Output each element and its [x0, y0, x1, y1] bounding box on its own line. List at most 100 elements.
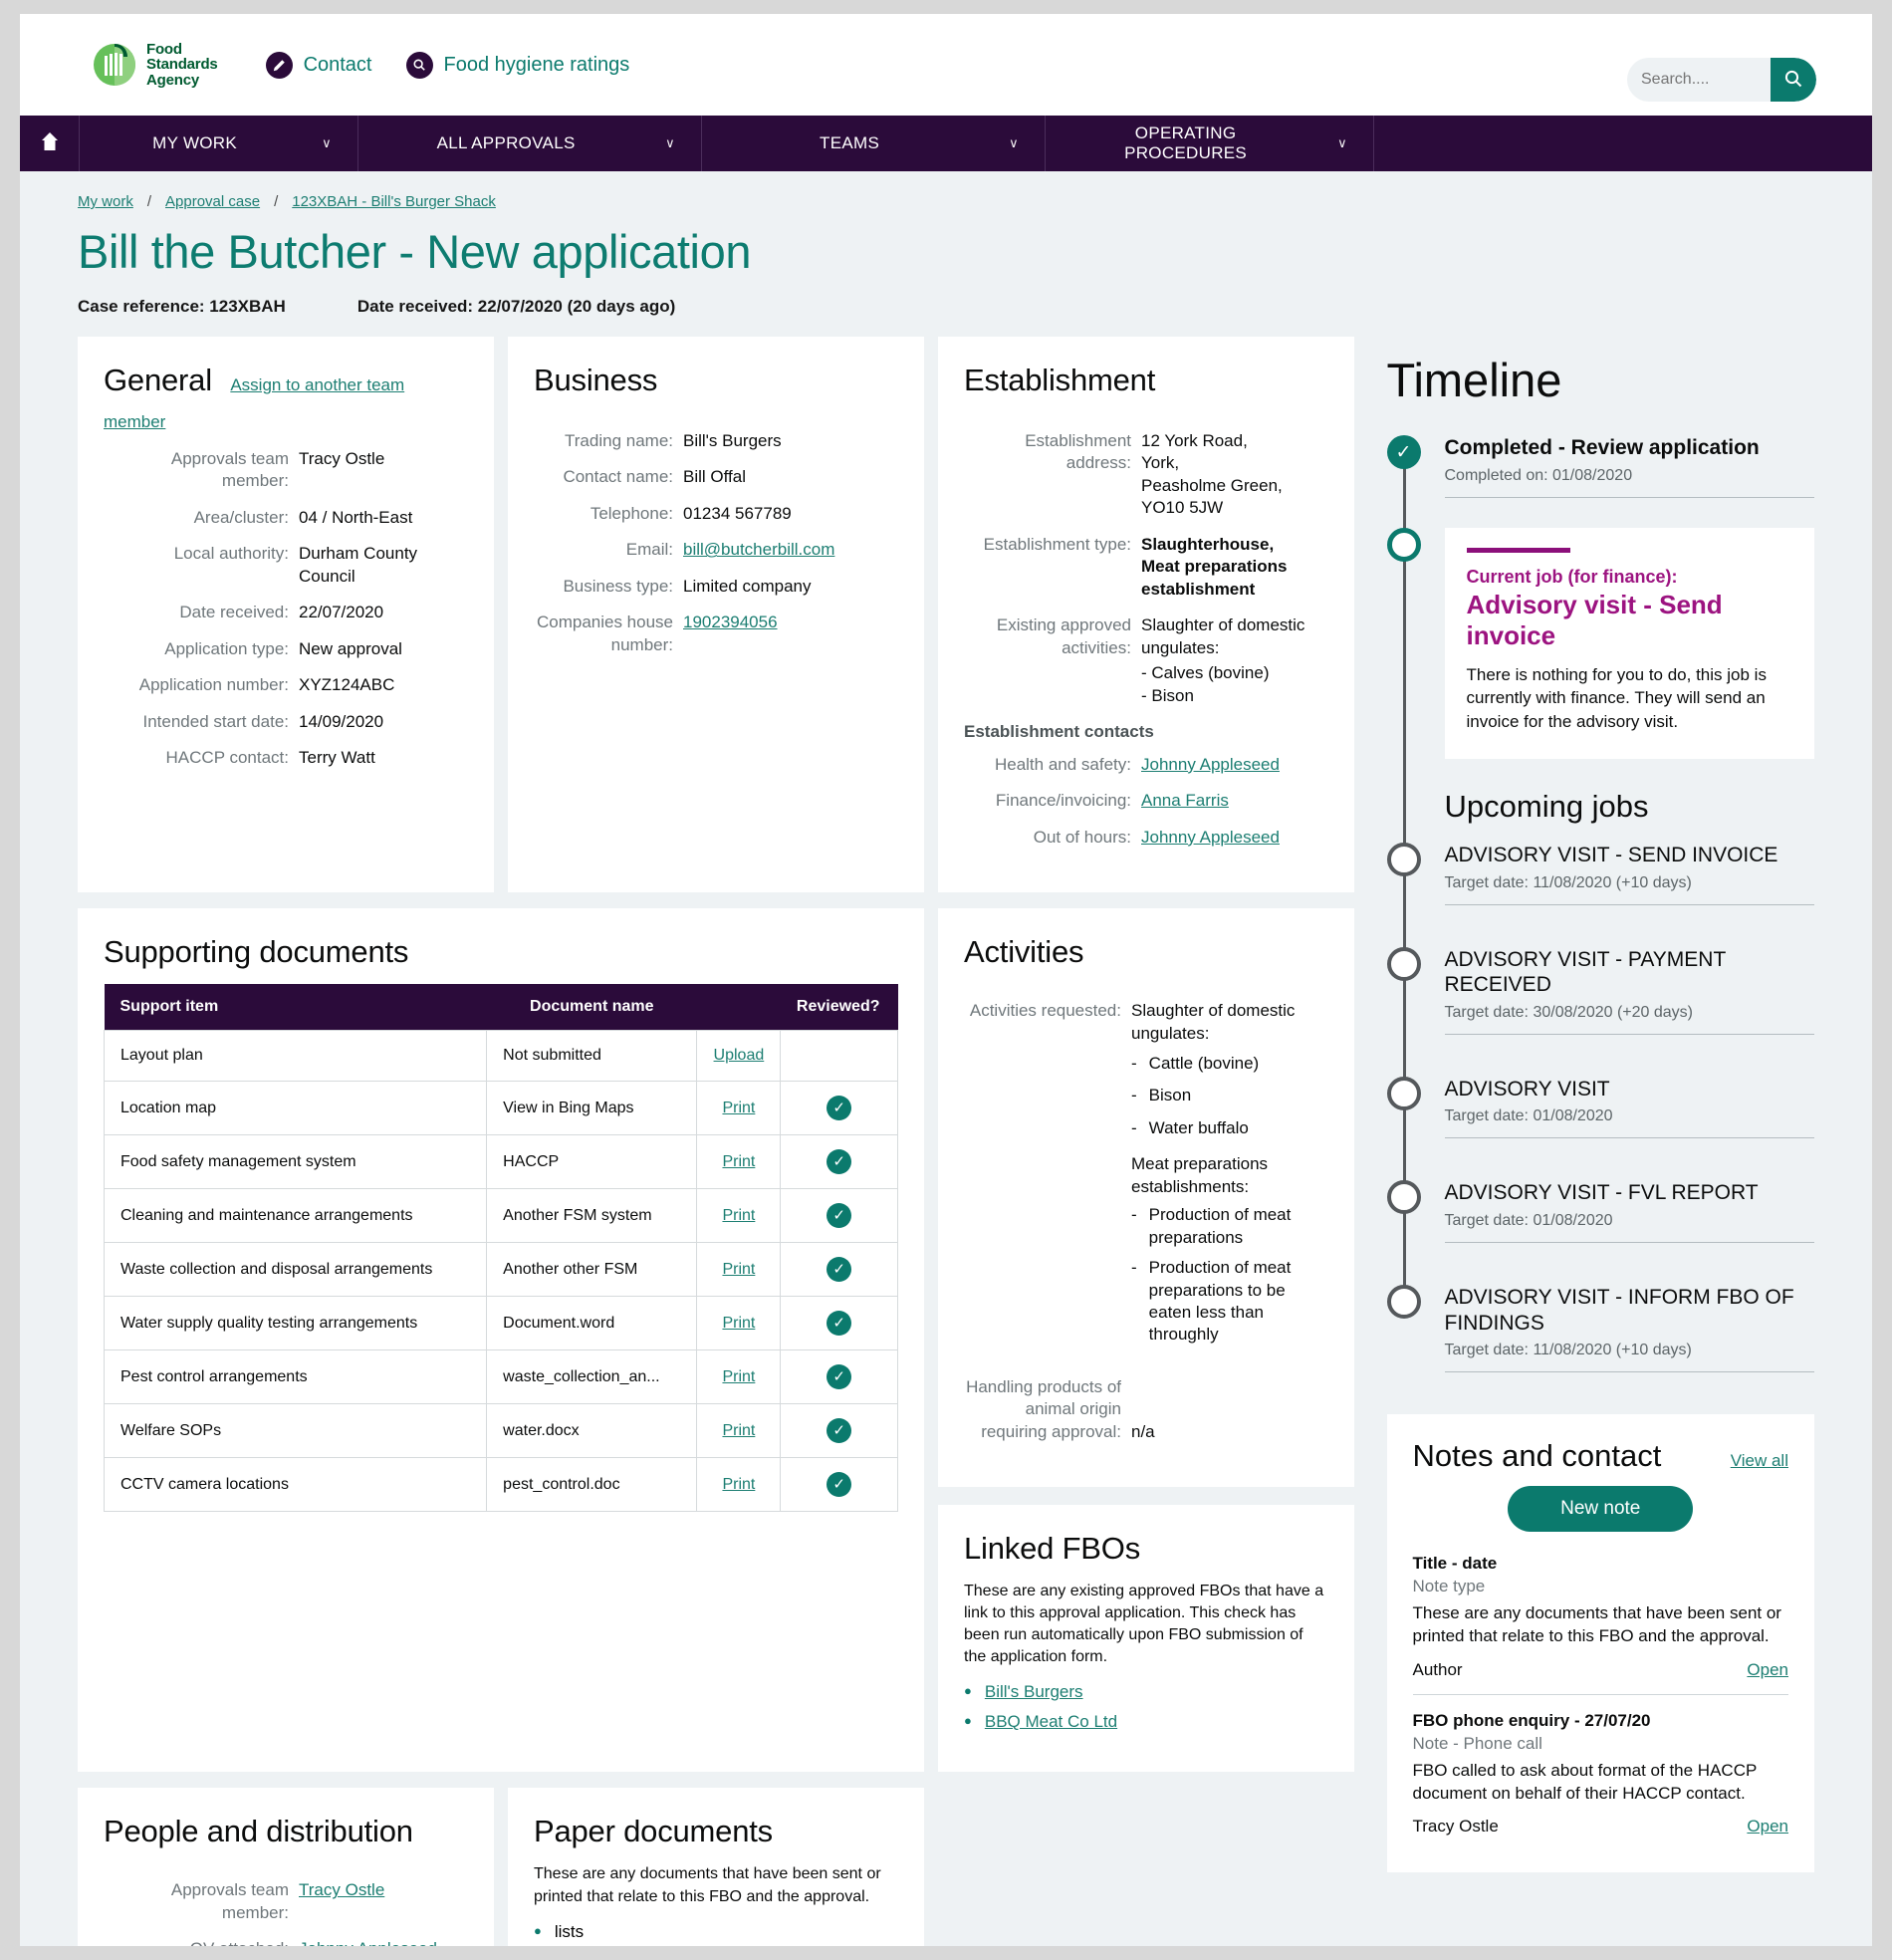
companies-house-link[interactable]: 1902394056 — [683, 612, 778, 656]
nav-home-button[interactable] — [20, 116, 80, 171]
cell-action: Print — [696, 1296, 782, 1351]
cell-support-item: Pest control arrangements — [103, 1349, 488, 1405]
people-heading: People and distribution — [104, 1814, 413, 1849]
linked-fbo-link[interactable]: BBQ Meat Co Ltd — [985, 1712, 1117, 1732]
print-link[interactable]: Print — [722, 1422, 755, 1439]
field-label: Date received: — [179, 603, 289, 622]
breadcrumb-item-approval-case[interactable]: Approval case — [165, 193, 260, 210]
print-link[interactable]: Print — [722, 1476, 755, 1493]
nav-item-my-work[interactable]: MY WORK ∨ — [80, 116, 358, 171]
person-link[interactable]: Johnny Appleseed — [299, 1938, 437, 1946]
cell-reviewed: ✓ — [780, 1188, 898, 1244]
field-value: Slaughterhouse, Meat preparations establ… — [1141, 534, 1288, 599]
business-card: Business Trading name: Bill's Burgers Con… — [508, 337, 924, 893]
current-job-title: Advisory visit - Send invoice — [1466, 589, 1723, 650]
table-row: Pest control arrangements waste_collectio… — [103, 1349, 898, 1405]
print-link[interactable]: Print — [722, 1315, 755, 1332]
nav-item-operating-procedures[interactable]: OPERATING PROCEDURES ∨ — [1046, 116, 1374, 171]
timeline-item-upcoming: ADVISORY VISIT - FVL REPORT Target date: … — [1386, 1180, 1814, 1244]
activities-card: Activities Activities requested: Slaught… — [938, 908, 1354, 1488]
breadcrumb: My work / Approval case / 123XBAH - Bill… — [64, 171, 1828, 210]
print-link[interactable]: Print — [722, 1207, 755, 1224]
table-row: CCTV camera locations pest_control.doc Pri… — [103, 1457, 898, 1513]
email-link[interactable]: bill@butcherbill.com — [683, 539, 834, 561]
field-value: 04 / North-East — [299, 507, 413, 527]
header-link-food-hygiene-ratings[interactable]: Food hygiene ratings — [405, 51, 629, 79]
fsa-logo[interactable]: Food Standards Agency — [92, 42, 218, 88]
note-body: FBO called to ask about format of the HA… — [1412, 1760, 1758, 1803]
note-item: Title - date Note type These are any doc… — [1412, 1554, 1788, 1695]
check-icon: ✓ — [827, 1311, 852, 1337]
print-link[interactable]: Print — [722, 1368, 755, 1385]
check-icon: ✓ — [827, 1364, 852, 1390]
search-icon — [1783, 69, 1803, 92]
field-value: 01234 567789 — [683, 503, 792, 523]
breadcrumb-item-my-work[interactable]: My work — [78, 193, 133, 210]
note-title: Title - date — [1412, 1554, 1498, 1574]
existing-activities-list: - Calves (bovine) - Bison — [1141, 661, 1328, 708]
column-header-reviewed: Reviewed? — [780, 984, 898, 1031]
pencil-circle-icon — [265, 51, 293, 79]
search-input[interactable] — [1627, 71, 1771, 89]
open-note-link[interactable]: Open — [1747, 1660, 1788, 1680]
cell-support-item: Waste collection and disposal arrangemen… — [103, 1242, 488, 1298]
header-link-label: Contact — [303, 53, 372, 76]
field-label: Contact name: — [563, 467, 673, 487]
note-type: Note - Phone call — [1412, 1733, 1542, 1753]
check-icon: ✓ — [827, 1257, 852, 1283]
establishment-heading: Establishment — [964, 363, 1156, 397]
search-box[interactable] — [1627, 58, 1816, 102]
breadcrumb-item-case[interactable]: 123XBAH - Bill's Burger Shack — [292, 193, 496, 210]
check-icon: ✓ — [827, 1149, 852, 1175]
cell-document-name: Not submitted — [486, 1030, 698, 1083]
view-all-notes-link[interactable]: View all — [1731, 1451, 1788, 1471]
contact-link[interactable]: Johnny Appleseed — [1141, 827, 1280, 849]
contact-link[interactable]: Johnny Appleseed — [1141, 754, 1280, 776]
field-label: Application type: — [164, 638, 289, 658]
check-icon: ✓ — [827, 1472, 852, 1498]
cell-action: Print — [696, 1081, 782, 1136]
print-link[interactable]: Print — [722, 1100, 755, 1116]
date-received: Date received: 22/07/2020 (20 days ago) — [356, 297, 676, 316]
person-link[interactable]: Tracy Ostle — [299, 1879, 384, 1924]
general-row: Application number: XYZ124ABC — [104, 674, 468, 696]
upload-link[interactable]: Upload — [714, 1047, 765, 1064]
new-note-button[interactable]: New note — [1508, 1486, 1694, 1533]
cell-document-name: pest_control.doc — [486, 1457, 698, 1513]
business-row: Contact name: Bill Offal — [534, 466, 898, 488]
nav-item-teams[interactable]: TEAMS ∨ — [702, 116, 1046, 171]
cell-document-name: Document.word — [486, 1296, 698, 1351]
open-note-link[interactable]: Open — [1747, 1817, 1788, 1837]
notes-header: Notes and contact View all — [1413, 1438, 1789, 1474]
cell-support-item: Welfare SOPs — [103, 1403, 488, 1459]
people-paper-row: People and distribution Approvals team m… — [78, 1772, 1361, 1946]
note-body: These are any documents that have been s… — [1412, 1603, 1781, 1645]
cell-action: Print — [696, 1134, 782, 1190]
field-value: 14/09/2020 — [299, 711, 384, 731]
timeline-item-subtitle: Completed on: 01/08/2020 — [1444, 467, 1814, 498]
general-row: Local authority: Durham County Council — [104, 543, 468, 588]
column-header-document-name: Document name — [486, 984, 697, 1031]
handling-products-row: Handling products of animal origin requi… — [964, 1376, 1328, 1443]
note-author: Tracy Ostle — [1412, 1817, 1499, 1837]
print-link[interactable]: Print — [722, 1261, 755, 1278]
table-row: Water supply quality testing arrangement… — [103, 1296, 898, 1351]
header-link-contact[interactable]: Contact — [265, 51, 372, 79]
linked-fbo-link[interactable]: Bill's Burgers — [985, 1682, 1083, 1702]
check-icon: ✓ — [827, 1418, 852, 1444]
cell-action: Print — [696, 1349, 782, 1405]
column-header-support-item: Support item — [104, 984, 487, 1031]
contact-link[interactable]: Anna Farris — [1141, 790, 1229, 812]
search-button[interactable] — [1771, 58, 1816, 102]
current-job-label: Current job (for finance): — [1466, 566, 1678, 587]
field-value: Limited company — [683, 576, 812, 596]
general-row: Application type: New approval — [104, 638, 468, 660]
chevron-down-icon: ∨ — [322, 135, 332, 150]
linked-fbos-list: Bill's Burgers BBQ Meat Co Ltd — [964, 1682, 1328, 1732]
print-link[interactable]: Print — [722, 1153, 755, 1170]
field-value: Durham County Council — [299, 544, 418, 586]
nav-item-all-approvals[interactable]: ALL APPROVALS ∨ — [358, 116, 702, 171]
activity-group-title: Slaughter of domestic ungulates: — [1131, 1001, 1296, 1043]
general-heading: General — [104, 363, 212, 397]
cell-document-name: water.docx — [486, 1403, 698, 1459]
